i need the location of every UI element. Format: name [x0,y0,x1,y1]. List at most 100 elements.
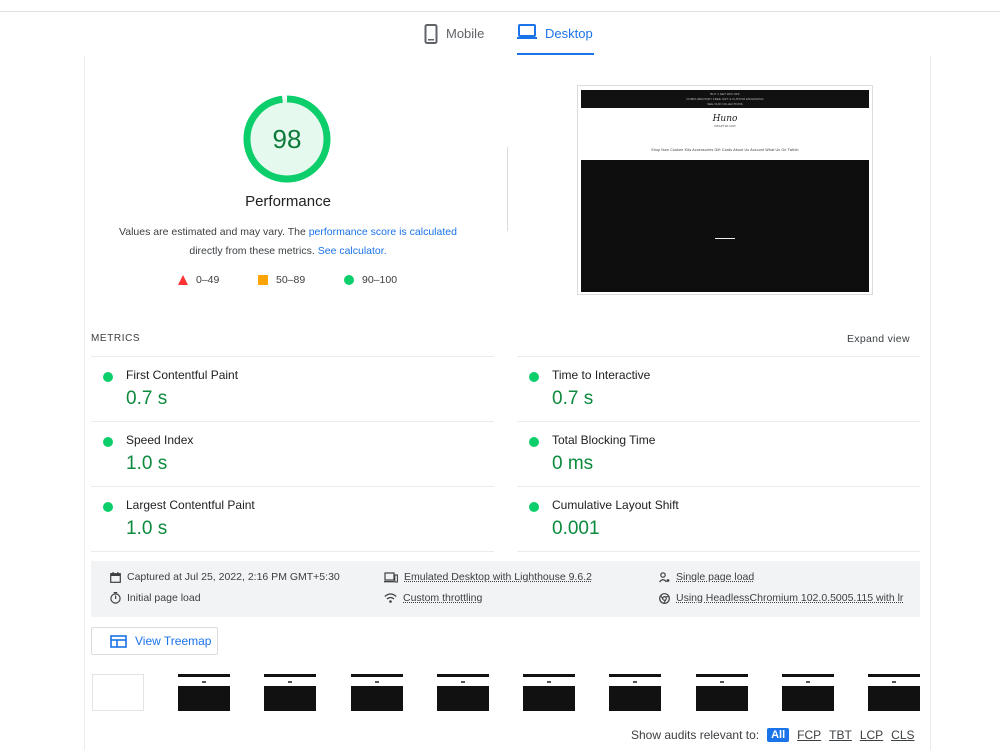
metrics-divider [517,551,920,552]
device-tabs: Mobile Desktop [0,20,1000,56]
metric-total-blocking-time: Total Blocking Time 0 ms [517,421,920,487]
browser-version-label: Using HeadlessChromium 102.0.5005.115 wi… [676,592,904,604]
filter-lcp[interactable]: LCP [860,728,883,742]
metric-time-to-interactive: Time to Interactive 0.7 s [517,356,920,422]
filmstrip-frame [264,674,316,711]
legend-fail-label: 0–49 [196,274,220,286]
performance-title: Performance [245,193,331,210]
chrome-icon [659,592,670,604]
treemap-icon [110,634,127,648]
captured-at: Captured at Jul 25, 2022, 2:16 PM GMT+5:… [110,571,340,583]
initial-page-load-label: Initial page load [127,592,201,604]
screenshot-topbar-line-1: BUY 1 GET 30% OFF [710,92,740,96]
metric-cumulative-layout-shift: Cumulative Layout Shift 0.001 [517,486,920,552]
pass-dot-icon [103,372,113,382]
filmstrip-frame-blank [92,674,144,711]
final-screenshot[interactable]: BUY 1 GET 30% OFF COMPLIMENTARY FREE GIF… [577,85,873,295]
active-tab-indicator [517,53,594,55]
metrics-divider [91,551,494,552]
phone-icon [424,24,438,44]
legend-pass-label: 90–100 [362,274,398,286]
top-divider [0,11,1000,12]
screenshot-topbar-line-3: SEE OUR COLLECTIONS [707,102,743,106]
performance-score: 98 [272,124,302,154]
pass-dot-icon [529,372,539,382]
metric-value: 0.7 s [552,388,594,409]
browser-version[interactable]: Using HeadlessChromium 102.0.5005.115 wi… [659,592,903,604]
metric-name: Cumulative Layout Shift [552,498,679,512]
screenshot-logo-text: Huno [712,114,738,124]
view-treemap-button[interactable]: View Treemap [91,627,218,655]
filter-cls[interactable]: CLS [891,728,914,742]
square-icon [258,275,268,285]
timer-icon [110,592,121,604]
filter-fcp[interactable]: FCP [797,728,821,742]
pass-dot-icon [529,502,539,512]
pass-dot-icon [103,502,113,512]
see-calculator-link[interactable]: See calculator. [318,245,387,257]
performance-score-link[interactable]: performance score is calculated [309,226,457,238]
custom-throttling-label: Custom throttling [403,592,483,604]
custom-throttling[interactable]: Custom throttling [384,592,482,604]
metric-value: 0 ms [552,453,594,474]
screenshot-hero [581,160,869,292]
filmstrip-frame [351,674,403,711]
metric-value: 0.7 s [126,388,168,409]
description-text-2: directly from these metrics. [189,245,318,257]
screenshot-topbar: BUY 1 GET 30% OFF COMPLIMENTARY FREE GIF… [581,90,869,108]
metric-name: First Contentful Paint [126,368,239,382]
emulated-device[interactable]: Emulated Desktop with Lighthouse 9.6.2 [384,571,592,583]
screenshot-nav: Shop Now Custom Kits Accessories Gift Ca… [651,148,799,152]
audit-filter-bar: Show audits relevant to: All FCP TBT LCP… [631,728,915,742]
filmstrip-frame [609,674,661,711]
audit-filter-label: Show audits relevant to: [631,728,760,742]
metrics-header: METRICS [91,333,141,344]
screenshot-logo: Huno CRAFTOLOGY [709,114,741,132]
view-treemap-label: View Treemap [135,634,212,648]
triangle-icon [178,275,188,285]
devices-icon [384,571,398,583]
pass-dot-icon [103,437,113,447]
screenshot-topbar-line-2: COMPLIMENTARY FREE GIFT & CUSTOM ENGRAVI… [686,97,764,101]
pass-dot-icon [529,437,539,447]
legend-average-label: 50–89 [276,274,306,286]
filmstrip-frame [437,674,489,711]
performance-gauge: 98 [243,95,331,183]
legend-fail: 0–49 [178,274,219,286]
emulated-device-label: Emulated Desktop with Lighthouse 9.6.2 [404,571,592,583]
filmstrip-frame [782,674,834,711]
tab-mobile[interactable]: Mobile [424,20,484,56]
filmstrip-frame [178,674,230,711]
metric-first-contentful-paint: First Contentful Paint 0.7 s [91,356,494,422]
laptop-icon [517,24,537,39]
single-page-load-label: Single page load [676,571,755,583]
filter-tbt[interactable]: TBT [829,728,852,742]
runtime-settings: Captured at Jul 25, 2022, 2:16 PM GMT+5:… [91,561,920,617]
metric-name: Speed Index [126,433,194,447]
person-icon [659,571,670,582]
metric-speed-index: Speed Index 1.0 s [91,421,494,487]
metric-name: Largest Contentful Paint [126,498,255,512]
metric-value: 0.001 [552,518,600,539]
score-description: Values are estimated and may vary. The p… [108,223,468,261]
metric-value: 1.0 s [126,518,168,539]
single-page-load[interactable]: Single page load [659,571,754,583]
tab-mobile-label: Mobile [446,26,485,41]
initial-page-load: Initial page load [110,592,201,604]
metric-largest-contentful-paint: Largest Contentful Paint 1.0 s [91,486,494,552]
calendar-icon [110,571,121,583]
filmstrip-frame [696,674,748,711]
description-text-1: Values are estimated and may vary. The [119,226,309,238]
expand-view-toggle[interactable]: Expand view [847,333,910,345]
tab-desktop[interactable]: Desktop [517,20,594,56]
wifi-icon [384,593,397,603]
captured-at-label: Captured at Jul 25, 2022, 2:16 PM GMT+5:… [127,571,340,583]
filmstrip-frame [868,674,920,711]
filmstrip-frame [523,674,575,711]
circle-icon [344,275,354,285]
hero-line [715,238,735,239]
filter-all[interactable]: All [767,728,790,742]
metric-name: Time to Interactive [552,368,651,382]
tab-desktop-label: Desktop [545,26,593,41]
vertical-divider [507,147,508,231]
